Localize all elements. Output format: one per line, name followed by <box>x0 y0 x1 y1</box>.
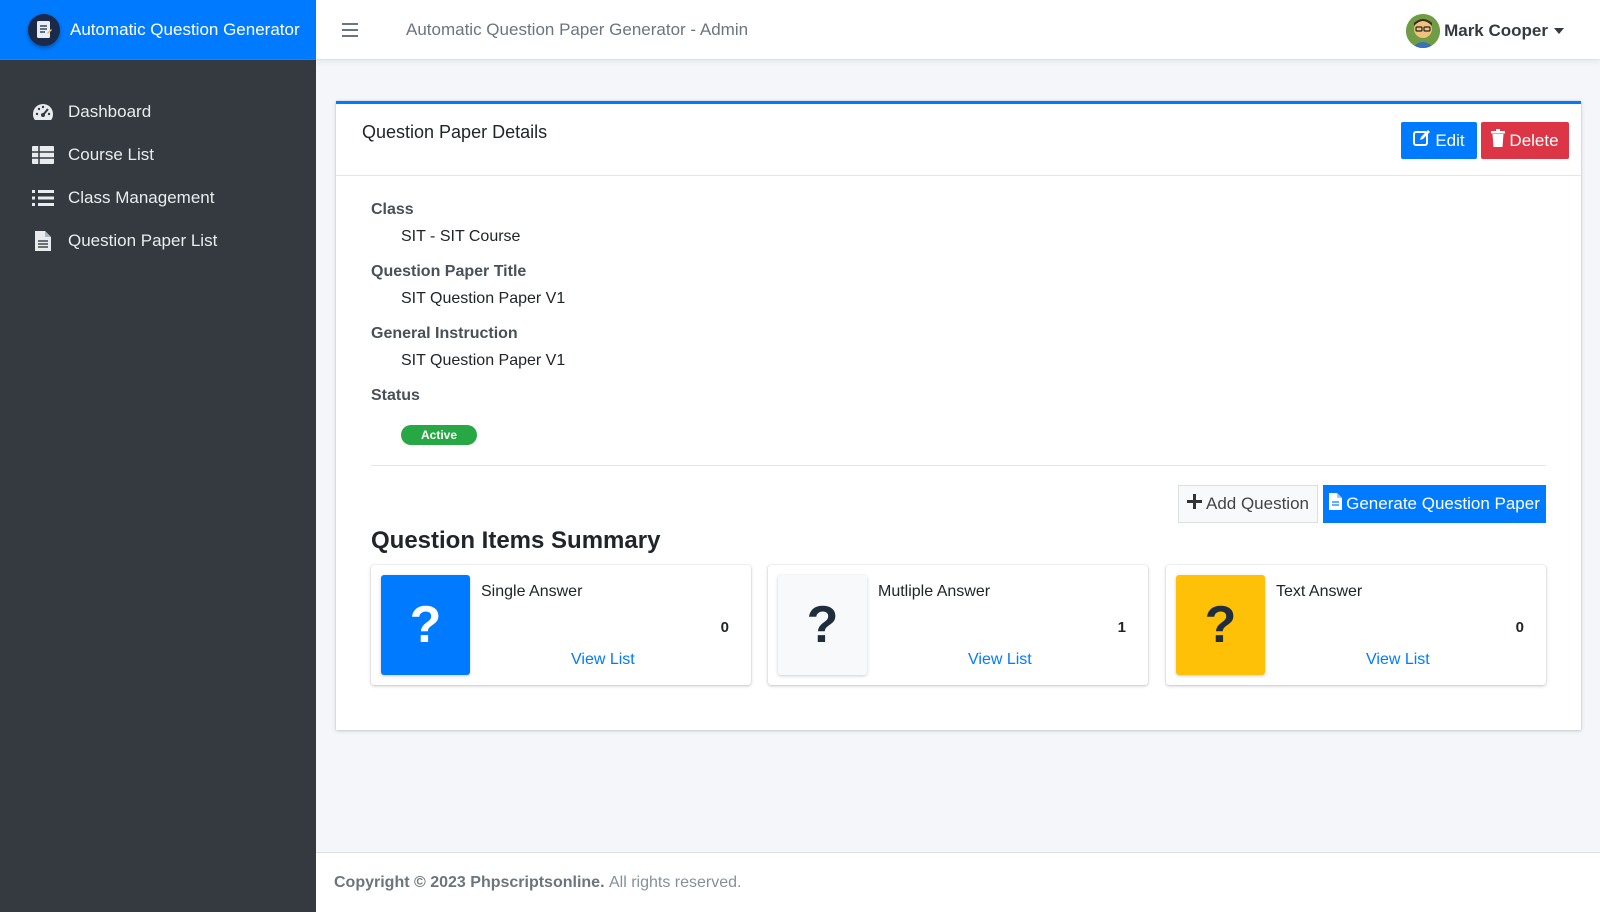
avatar <box>1406 14 1441 48</box>
edit-button[interactable]: Edit <box>1401 122 1477 159</box>
status-badge: Active <box>401 425 477 445</box>
info-box-label: Text Answer <box>1276 583 1363 600</box>
class-label: Class <box>371 201 414 218</box>
delete-button[interactable]: Delete <box>1481 122 1569 159</box>
general-instruction-label: General Instruction <box>371 325 518 342</box>
file-icon <box>30 230 56 252</box>
info-box-count: 0 <box>1515 619 1524 636</box>
view-list-link[interactable]: View List <box>1366 651 1430 669</box>
edit-icon <box>1413 129 1431 152</box>
divider <box>371 465 1546 466</box>
info-box-multiple-answer: ? Mutliple Answer 1 View List <box>768 565 1148 685</box>
sidebar-item-dashboard[interactable]: Dashboard <box>0 90 316 133</box>
question-icon: ? <box>381 575 470 675</box>
sidebar-item-question-paper-list[interactable]: Question Paper List <box>0 219 316 262</box>
gauge-icon <box>30 101 56 123</box>
summary-title: Question Items Summary <box>371 527 661 554</box>
caret-down-icon <box>1554 28 1564 34</box>
list-icon <box>30 187 56 209</box>
card-title: Question Paper Details <box>362 122 548 142</box>
info-box-label: Single Answer <box>481 583 583 600</box>
page-header-title: Automatic Question Paper Generator - Adm… <box>406 19 749 39</box>
sidebar-item-label: Course List <box>68 144 154 164</box>
sidebar-nav: Dashboard Course List Class Management Q… <box>0 90 316 262</box>
info-box-single-answer: ? Single Answer 0 View List <box>371 565 751 685</box>
generate-question-paper-button[interactable]: Generate Question Paper <box>1323 485 1546 523</box>
edit-label: Edit <box>1435 130 1465 150</box>
info-box-count: 0 <box>720 619 729 636</box>
brand-logo-icon <box>28 13 60 46</box>
sidebar: Automatic Question Generator Dashboard C… <box>0 0 316 912</box>
file-icon <box>1329 493 1343 515</box>
question-paper-title-value: SIT Question Paper V1 <box>401 290 566 307</box>
sidebar-item-course-list[interactable]: Course List <box>0 133 316 176</box>
add-question-button[interactable]: Add Question <box>1178 485 1318 523</box>
table-icon <box>30 144 56 166</box>
status-label: Status <box>371 387 420 404</box>
card-header: Question Paper Details Edit Delete <box>336 104 1581 176</box>
hamburger-menu-icon[interactable] <box>342 22 368 37</box>
footer-rights: All rights reserved. <box>608 873 742 891</box>
view-list-link[interactable]: View List <box>968 651 1032 669</box>
info-box-text-answer: ? Text Answer 0 View List <box>1166 565 1546 685</box>
sidebar-item-label: Dashboard <box>68 101 152 121</box>
footer-copyright: Copyright © 2023 Phpscriptsonline. <box>334 873 605 891</box>
info-box-count: 1 <box>1117 619 1126 636</box>
user-name: Mark Cooper <box>1444 21 1548 40</box>
top-navbar: Automatic Question Paper Generator - Adm… <box>316 0 1600 60</box>
question-icon: ? <box>778 575 867 675</box>
question-paper-details-card: Question Paper Details Edit Delete Class <box>336 101 1581 730</box>
trash-icon <box>1491 129 1506 152</box>
class-value: SIT - SIT Course <box>401 228 521 245</box>
brand-title: Automatic Question Generator <box>70 19 300 39</box>
generate-label: Generate Question Paper <box>1346 494 1540 513</box>
sidebar-item-class-management[interactable]: Class Management <box>0 176 316 219</box>
add-question-label: Add Question <box>1205 494 1309 513</box>
question-icon: ? <box>1176 575 1265 675</box>
delete-label: Delete <box>1509 130 1559 150</box>
sidebar-item-label: Class Management <box>68 187 215 207</box>
info-box-label: Mutliple Answer <box>878 583 991 600</box>
view-list-link[interactable]: View List <box>571 651 635 669</box>
plus-icon <box>1186 494 1202 514</box>
footer: Copyright © 2023 Phpscriptsonline. All r… <box>316 852 1600 912</box>
general-instruction-value: SIT Question Paper V1 <box>401 352 566 369</box>
user-menu[interactable]: Mark Cooper <box>1406 14 1564 48</box>
sidebar-item-label: Question Paper List <box>68 230 218 250</box>
brand-link[interactable]: Automatic Question Generator <box>0 0 316 60</box>
question-paper-title-label: Question Paper Title <box>371 263 527 280</box>
